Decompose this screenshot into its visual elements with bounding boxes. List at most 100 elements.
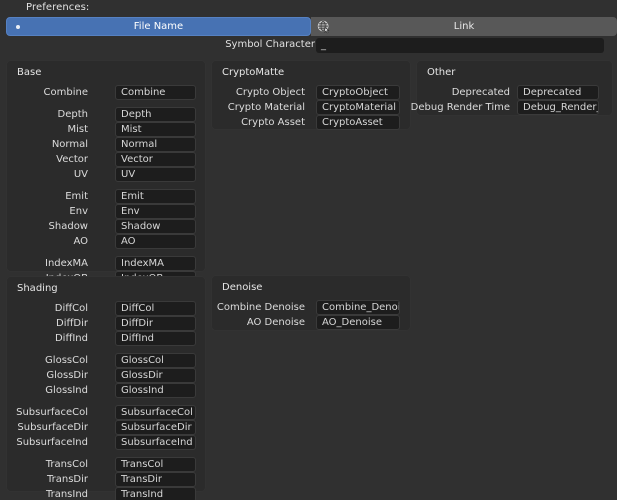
- panel-base: Base CombineCombineDepthDepthMistMistNor…: [6, 60, 206, 272]
- field-row-shading-3-0: TransColTransCol: [7, 457, 205, 472]
- field-label: DiffDir: [0, 316, 88, 331]
- field-input[interactable]: GlossDir: [115, 368, 196, 383]
- panel-cryptomatte-rows: Crypto ObjectCryptoObjectCrypto Material…: [212, 85, 410, 130]
- field-label: AO Denoise: [185, 315, 305, 330]
- field-row-base-2-0: EmitEmit: [7, 189, 205, 204]
- preferences-label: Preferences:: [26, 1, 89, 15]
- field-input[interactable]: Debug_Render_Ti..: [517, 100, 599, 115]
- field-label: GlossCol: [0, 353, 88, 368]
- field-label: SubsurfaceDir: [0, 420, 88, 435]
- field-input[interactable]: Combine_Denoise: [316, 300, 400, 315]
- field-row-shading-0-0: DiffColDiffCol: [7, 301, 205, 316]
- tab-strip: File Name Link: [6, 17, 617, 36]
- field-row-shading-2-2: SubsurfaceIndSubsurfaceInd: [7, 435, 205, 450]
- field-row-base-0-0: CombineCombine: [7, 85, 205, 100]
- field-input[interactable]: TransCol: [115, 457, 196, 472]
- field-input[interactable]: SubsurfaceCol: [115, 405, 196, 420]
- field-label: Vector: [0, 152, 88, 167]
- field-label: Crypto Material: [185, 100, 305, 115]
- field-row-shading-3-2: TransIndTransInd: [7, 487, 205, 500]
- tab-file-name[interactable]: File Name: [6, 17, 311, 36]
- field-input[interactable]: Combine: [115, 85, 196, 100]
- panel-denoise: Denoise Combine DenoiseCombine_DenoiseAO…: [211, 275, 411, 331]
- field-row-base-2-2: ShadowShadow: [7, 219, 205, 234]
- field-label: Depth: [0, 107, 88, 122]
- field-row-shading-1-2: GlossIndGlossInd: [7, 383, 205, 398]
- field-input[interactable]: TransDir: [115, 472, 196, 487]
- field-row-base-1-4: UVUV: [7, 167, 205, 182]
- field-input[interactable]: SubsurfaceDir: [115, 420, 196, 435]
- symbol-character-row: Symbol Character _: [0, 38, 617, 54]
- field-label: AO: [0, 234, 88, 249]
- field-row-shading-0-1: DiffDirDiffDir: [7, 316, 205, 331]
- field-row-base-1-0: DepthDepth: [7, 107, 205, 122]
- field-row-other-0-0: DeprecatedDeprecated: [417, 85, 612, 100]
- field-input[interactable]: DiffDir: [115, 316, 196, 331]
- field-row-cryptomatte-0-1: Crypto MaterialCryptoMaterial: [212, 100, 410, 115]
- field-input[interactable]: CryptoMaterial: [316, 100, 400, 115]
- field-row-shading-2-1: SubsurfaceDirSubsurfaceDir: [7, 420, 205, 435]
- field-label: Emit: [0, 189, 88, 204]
- field-input[interactable]: TransInd: [115, 487, 196, 500]
- field-input[interactable]: Deprecated: [517, 85, 599, 100]
- panel-shading-title: Shading: [17, 283, 58, 294]
- panel-shading: Shading DiffColDiffColDiffDirDiffDirDiff…: [6, 276, 206, 492]
- panel-denoise-title: Denoise: [222, 282, 262, 293]
- panel-base-title: Base: [17, 67, 41, 78]
- tab-link[interactable]: Link: [311, 17, 617, 36]
- field-input[interactable]: SubsurfaceInd: [115, 435, 196, 450]
- field-row-denoise-0-1: AO DenoiseAO_Denoise: [212, 315, 410, 330]
- field-label: IndexMA: [0, 256, 88, 271]
- field-label: Mist: [0, 122, 88, 137]
- field-input[interactable]: CryptoObject: [316, 85, 400, 100]
- field-input[interactable]: Mist: [115, 122, 196, 137]
- field-label: Shadow: [0, 219, 88, 234]
- field-row-base-1-3: VectorVector: [7, 152, 205, 167]
- field-input[interactable]: UV: [115, 167, 196, 182]
- field-label: Env: [0, 204, 88, 219]
- field-label: SubsurfaceInd: [0, 435, 88, 450]
- field-row-cryptomatte-0-2: Crypto AssetCryptoAsset: [212, 115, 410, 130]
- field-input[interactable]: Normal: [115, 137, 196, 152]
- field-label: GlossInd: [0, 383, 88, 398]
- field-row-shading-2-0: SubsurfaceColSubsurfaceCol: [7, 405, 205, 420]
- field-input[interactable]: Shadow: [115, 219, 196, 234]
- dot-icon: [16, 25, 20, 29]
- symbol-character-input[interactable]: _: [316, 38, 604, 53]
- panel-cryptomatte: CryptoMatte Crypto ObjectCryptoObjectCry…: [211, 60, 411, 130]
- panel-denoise-rows: Combine DenoiseCombine_DenoiseAO Denoise…: [212, 300, 410, 330]
- field-input[interactable]: GlossInd: [115, 383, 196, 398]
- field-row-shading-3-1: TransDirTransDir: [7, 472, 205, 487]
- panel-other-title: Other: [427, 67, 455, 78]
- field-input[interactable]: Env: [115, 204, 196, 219]
- field-input[interactable]: Vector: [115, 152, 196, 167]
- field-input[interactable]: AO_Denoise: [316, 315, 400, 330]
- field-input[interactable]: CryptoAsset: [316, 115, 400, 130]
- field-row-shading-1-1: GlossDirGlossDir: [7, 368, 205, 383]
- field-input[interactable]: Emit: [115, 189, 196, 204]
- field-label: DiffCol: [0, 301, 88, 316]
- field-row-shading-0-2: DiffIndDiffInd: [7, 331, 205, 346]
- panel-base-rows: CombineCombineDepthDepthMistMistNormalNo…: [7, 85, 205, 286]
- globe-link-icon: [317, 20, 331, 34]
- field-input[interactable]: GlossCol: [115, 353, 196, 368]
- field-input[interactable]: AO: [115, 234, 196, 249]
- field-label: Combine: [0, 85, 88, 100]
- field-row-other-0-1: Debug Render TimeDebug_Render_Ti..: [417, 100, 612, 115]
- field-label: UV: [0, 167, 88, 182]
- panel-shading-rows: DiffColDiffColDiffDirDiffDirDiffIndDiffI…: [7, 301, 205, 500]
- field-input[interactable]: DiffCol: [115, 301, 196, 316]
- field-input[interactable]: DiffInd: [115, 331, 196, 346]
- field-label: GlossDir: [0, 368, 88, 383]
- field-label: Deprecated: [400, 85, 510, 100]
- panel-cryptomatte-title: CryptoMatte: [222, 67, 284, 78]
- field-label: Normal: [0, 137, 88, 152]
- field-label: Combine Denoise: [185, 300, 305, 315]
- field-label: SubsurfaceCol: [0, 405, 88, 420]
- field-row-base-2-3: AOAO: [7, 234, 205, 249]
- field-input[interactable]: Depth: [115, 107, 196, 122]
- symbol-character-label: Symbol Character: [225, 39, 315, 50]
- field-input[interactable]: IndexMA: [115, 256, 196, 271]
- field-label: TransDir: [0, 472, 88, 487]
- field-row-cryptomatte-0-0: Crypto ObjectCryptoObject: [212, 85, 410, 100]
